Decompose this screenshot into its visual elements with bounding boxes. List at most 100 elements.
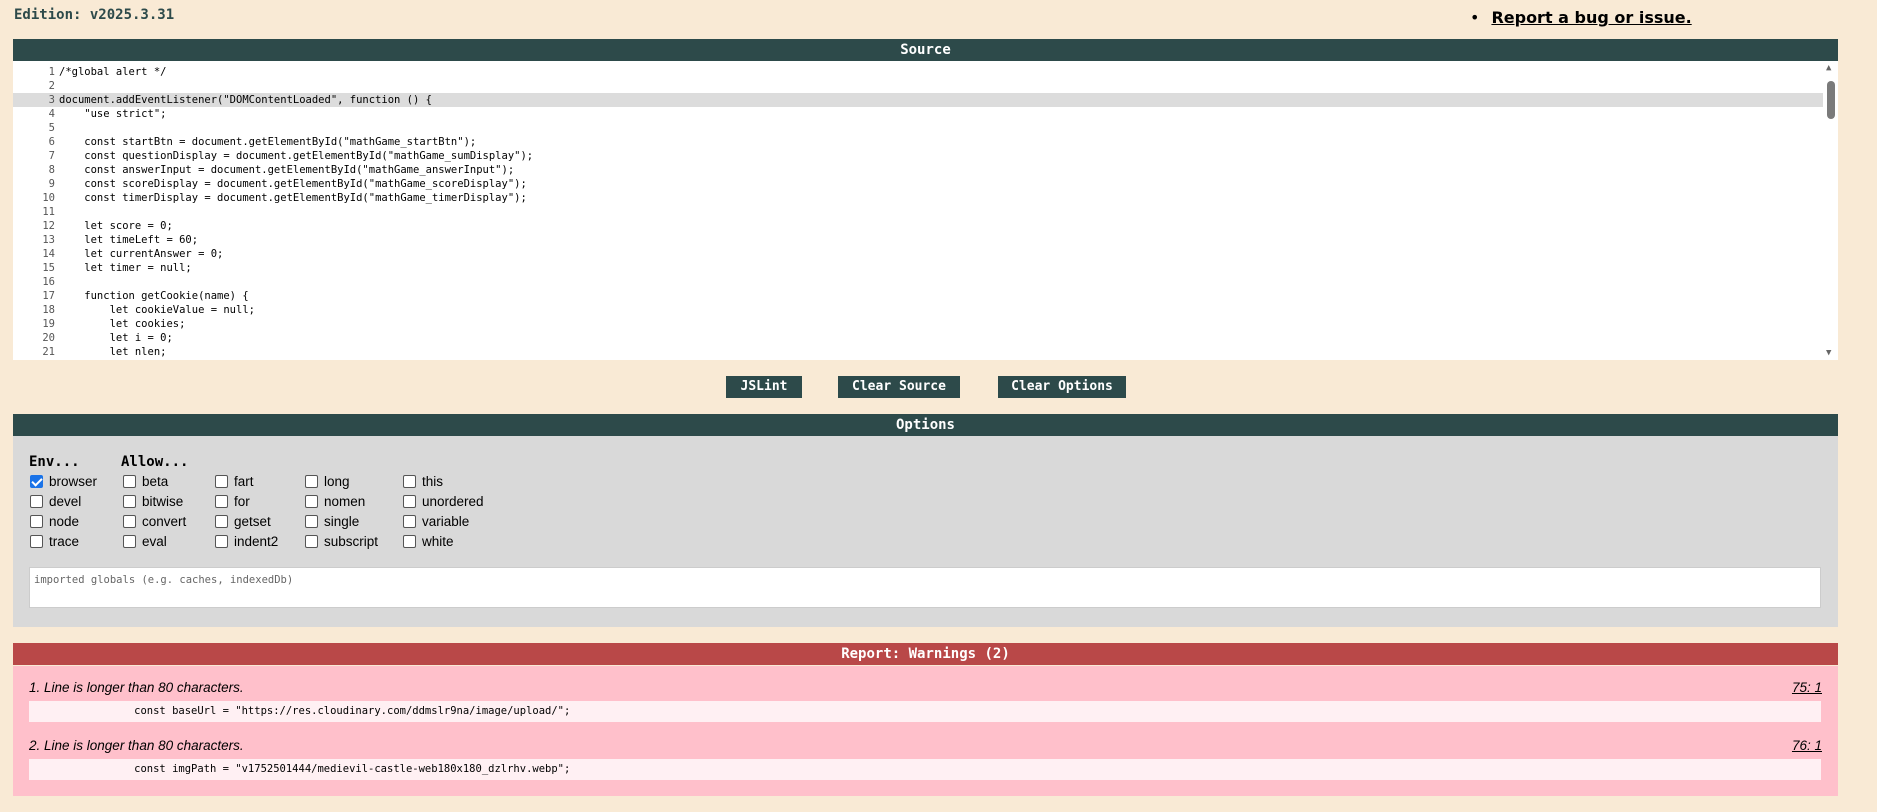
code-line[interactable]: 8 const answerInput = document.getElemen… xyxy=(13,163,1823,177)
imported-globals-input[interactable]: imported globals (e.g. caches, indexedDb… xyxy=(29,567,1821,608)
checkbox-checked-icon[interactable] xyxy=(30,475,43,488)
jslint-button[interactable]: JSLint xyxy=(726,376,802,398)
checkbox-icon[interactable] xyxy=(215,515,228,528)
code-text[interactable]: const scoreDisplay = document.getElement… xyxy=(59,178,527,190)
option-checkbox[interactable]: trace xyxy=(30,533,79,551)
code-line[interactable]: 17 function getCookie(name) { xyxy=(13,289,1823,303)
checkbox-icon[interactable] xyxy=(403,475,416,488)
warning-location-link[interactable]: 75: 1 xyxy=(1792,680,1822,695)
code-line[interactable]: 2 xyxy=(13,79,1823,93)
code-line[interactable]: 3 document.addEventListener("DOMContentLo… xyxy=(13,93,1823,107)
option-checkbox[interactable]: indent2 xyxy=(215,533,278,551)
code-line[interactable]: 1 /*global alert */ xyxy=(13,65,1823,79)
code-line[interactable]: 13 let timeLeft = 60; xyxy=(13,233,1823,247)
scroll-up-icon[interactable]: ▲ xyxy=(1826,63,1831,73)
option-checkbox[interactable]: unordered xyxy=(403,493,484,511)
option-label: single xyxy=(324,514,360,529)
option-checkbox[interactable]: devel xyxy=(30,493,81,511)
source-scrollbar[interactable]: ▲ ▼ xyxy=(1824,61,1838,360)
code-text[interactable]: document.addEventListener("DOMContentLoa… xyxy=(59,94,432,106)
checkbox-icon[interactable] xyxy=(215,495,228,508)
code-line[interactable]: 14 let currentAnswer = 0; xyxy=(13,247,1823,261)
code-line[interactable]: 4 "use strict"; xyxy=(13,107,1823,121)
checkbox-icon[interactable] xyxy=(123,515,136,528)
checkbox-icon[interactable] xyxy=(403,515,416,528)
checkbox-icon[interactable] xyxy=(123,475,136,488)
code-text[interactable]: let timer = null; xyxy=(59,262,191,274)
clear-source-button[interactable]: Clear Source xyxy=(838,376,960,398)
line-number: 5 xyxy=(48,122,55,134)
checkbox-icon[interactable] xyxy=(215,535,228,548)
code-text[interactable]: let i = 0; xyxy=(59,332,173,344)
code-line[interactable]: 7 const questionDisplay = document.getEl… xyxy=(13,149,1823,163)
code-text[interactable]: function getCookie(name) { xyxy=(59,290,248,302)
warning-location-link[interactable]: 76: 1 xyxy=(1792,738,1822,753)
checkbox-icon[interactable] xyxy=(403,495,416,508)
code-line[interactable]: 5 xyxy=(13,121,1823,135)
option-checkbox[interactable]: single xyxy=(305,513,359,531)
code-text[interactable]: const questionDisplay = document.getElem… xyxy=(59,150,533,162)
code-text[interactable]: let nlen; xyxy=(59,346,167,358)
source-editor[interactable]: 21 let nlen; 20 let i = 0; 19 let cookies;… xyxy=(13,61,1838,360)
option-checkbox[interactable]: fart xyxy=(215,473,254,491)
code-line[interactable]: 10 const timerDisplay = document.getElem… xyxy=(13,191,1823,205)
scroll-thumb[interactable] xyxy=(1827,81,1835,119)
option-checkbox[interactable]: convert xyxy=(123,513,186,531)
code-text[interactable]: let currentAnswer = 0; xyxy=(59,248,223,260)
option-checkbox[interactable]: this xyxy=(403,473,443,491)
option-checkbox[interactable]: white xyxy=(403,533,454,551)
option-label: devel xyxy=(49,494,82,509)
option-checkbox[interactable]: beta xyxy=(123,473,168,491)
option-checkbox[interactable]: browser xyxy=(30,473,97,491)
checkbox-icon[interactable] xyxy=(305,535,318,548)
code-text[interactable]: /*global alert */ xyxy=(59,66,166,78)
checkbox-icon[interactable] xyxy=(305,475,318,488)
options-panel: Env... Allow... imported globals (e.g. c… xyxy=(13,436,1838,627)
option-checkbox[interactable]: getset xyxy=(215,513,271,531)
checkbox-icon[interactable] xyxy=(30,515,43,528)
line-number: 13 xyxy=(42,234,55,246)
code-text[interactable]: let cookieValue = null; xyxy=(59,304,255,316)
code-text[interactable]: let cookies; xyxy=(59,318,186,330)
code-line[interactable]: 11 xyxy=(13,205,1823,219)
code-line[interactable]: 6 const startBtn = document.getElementBy… xyxy=(13,135,1823,149)
option-checkbox[interactable]: for xyxy=(215,493,250,511)
code-text[interactable]: let timeLeft = 60; xyxy=(59,234,198,246)
option-label: unordered xyxy=(422,494,484,509)
code-line[interactable]: 16 xyxy=(13,275,1823,289)
clear-options-button[interactable]: Clear Options xyxy=(998,376,1126,398)
code-text[interactable]: const startBtn = document.getElementById… xyxy=(59,136,476,148)
code-line[interactable]: 18 let cookieValue = null; xyxy=(13,303,1823,317)
checkbox-icon[interactable] xyxy=(123,535,136,548)
options-header: Options xyxy=(13,414,1838,436)
code-text[interactable]: const answerInput = document.getElementB… xyxy=(59,164,514,176)
report-bug-link[interactable]: • Report a bug or issue. xyxy=(1470,8,1692,27)
option-checkbox[interactable]: eval xyxy=(123,533,167,551)
checkbox-icon[interactable] xyxy=(30,495,43,508)
checkbox-icon[interactable] xyxy=(403,535,416,548)
option-checkbox[interactable]: variable xyxy=(403,513,469,531)
code-line[interactable]: 19 let cookies; xyxy=(13,317,1823,331)
checkbox-icon[interactable] xyxy=(123,495,136,508)
option-checkbox[interactable]: bitwise xyxy=(123,493,183,511)
option-checkbox[interactable]: node xyxy=(30,513,79,531)
checkbox-icon[interactable] xyxy=(30,535,43,548)
checkbox-icon[interactable] xyxy=(305,515,318,528)
checkbox-icon[interactable] xyxy=(215,475,228,488)
option-checkbox[interactable]: subscript xyxy=(305,533,378,551)
report-bug-link-label[interactable]: Report a bug or issue. xyxy=(1491,8,1691,27)
page-title-cut: ▔▔▔▔ xyxy=(20,0,102,2)
option-checkbox[interactable]: nomen xyxy=(305,493,365,511)
env-heading: Env... xyxy=(29,454,80,470)
code-line[interactable]: 20 let i = 0; xyxy=(13,331,1823,345)
code-line[interactable]: 15 let timer = null; xyxy=(13,261,1823,275)
code-line[interactable]: 12 let score = 0; xyxy=(13,219,1823,233)
code-text[interactable]: "use strict"; xyxy=(59,108,166,120)
scroll-down-icon[interactable]: ▼ xyxy=(1826,348,1831,358)
checkbox-icon[interactable] xyxy=(305,495,318,508)
code-text[interactable]: let score = 0; xyxy=(59,220,173,232)
code-line[interactable]: 9 const scoreDisplay = document.getEleme… xyxy=(13,177,1823,191)
option-checkbox[interactable]: long xyxy=(305,473,350,491)
code-line[interactable]: 21 let nlen; xyxy=(13,345,1823,359)
code-text[interactable]: const timerDisplay = document.getElement… xyxy=(59,192,527,204)
